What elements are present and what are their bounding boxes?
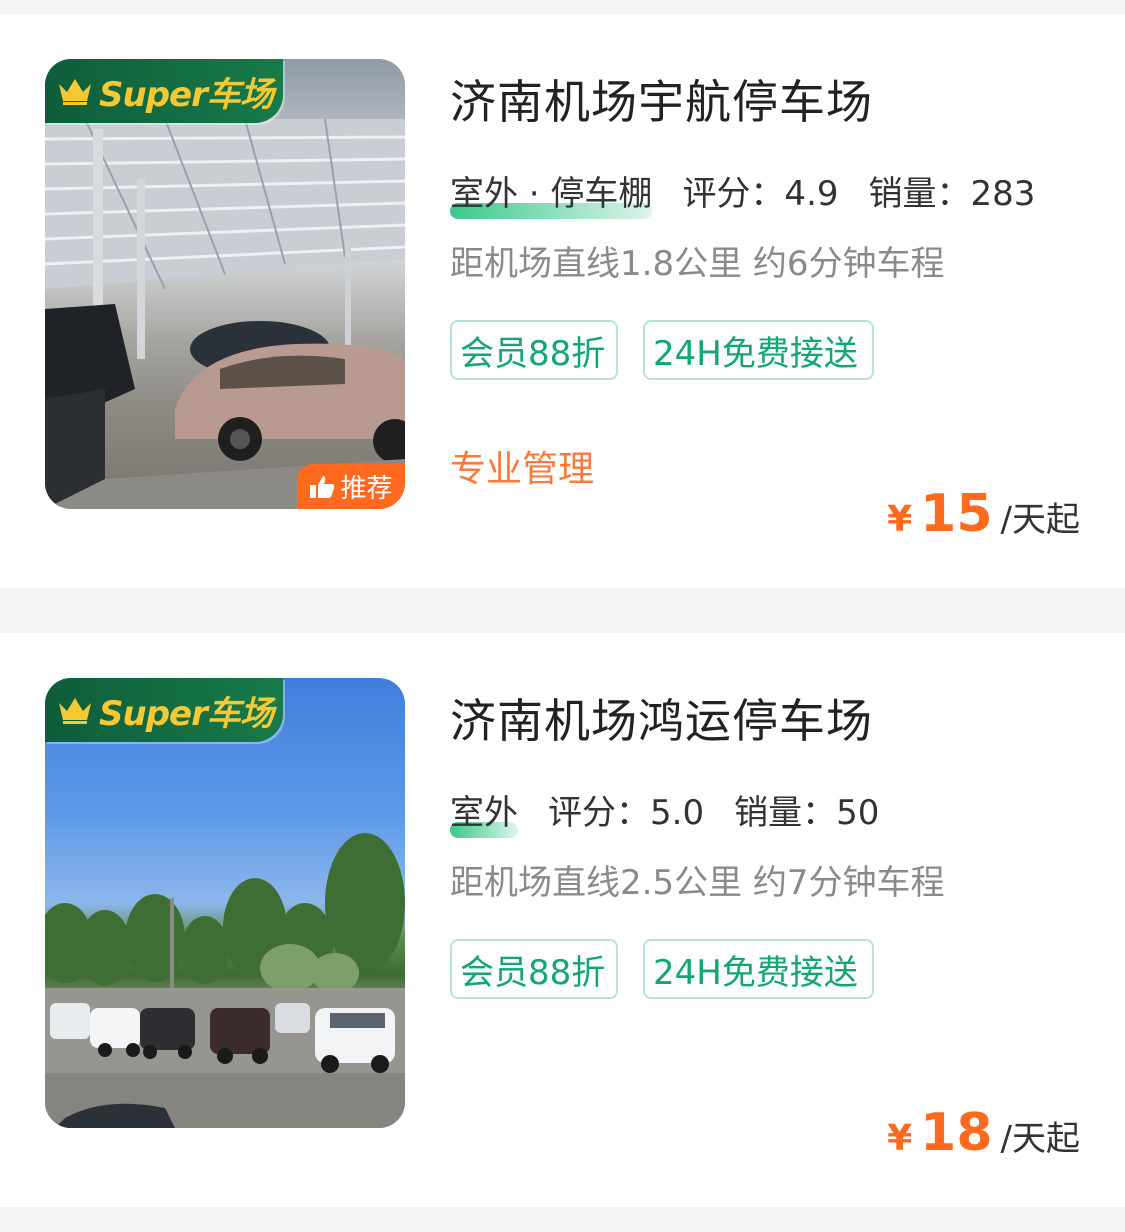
lot-type: 室外 · 停车棚 (450, 166, 653, 219)
lot-price: ¥ 18 /天起 (887, 1103, 1080, 1163)
outdoor-parking-photo (45, 833, 405, 1128)
lot-title[interactable]: 济南机场宇航停车场 (450, 66, 873, 132)
price-amount: 15 (920, 484, 993, 544)
price-unit: /天起 (1000, 500, 1080, 540)
recommend-tag: 推荐 (297, 464, 405, 509)
parking-lot-photo[interactable]: Super车场 推荐 (45, 59, 405, 509)
lot-sales: 销量：283 (868, 174, 1036, 214)
super-lot-label: Super车场 (99, 74, 274, 115)
free-shuttle-tag: 24H免费接送 (643, 939, 874, 999)
lot-type: 室外 (450, 785, 518, 838)
lot-meta: 室外 · 停车棚 评分：4.9 销量：283 (450, 166, 1036, 219)
covered-parking-photo (45, 118, 405, 509)
lot-feature: 专业管理 (450, 449, 595, 490)
lot-distance: 距机场直线1.8公里 约6分钟车程 (450, 244, 945, 284)
recommend-label: 推荐 (340, 474, 393, 504)
price-amount: 18 (920, 1103, 993, 1163)
crown-icon (59, 698, 91, 724)
crown-icon (59, 79, 91, 105)
member-discount-tag: 会员88折 (450, 939, 618, 999)
lot-tags: 会员88折 24H免费接送 (450, 939, 874, 999)
lot-price: ¥ 15 /天起 (887, 484, 1080, 544)
free-shuttle-tag: 24H免费接送 (643, 320, 874, 380)
parking-lot-card[interactable]: Super车场 推荐 济南机场宇航停车场 室外 · 停车棚 评分：4.9 销量：28… (0, 14, 1125, 588)
lot-meta: 室外 评分：5.0 销量：50 (450, 785, 880, 838)
parking-lot-photo[interactable]: Super车场 (45, 678, 405, 1128)
lot-tags: 会员88折 24H免费接送 (450, 320, 874, 380)
super-lot-badge: Super车场 (45, 678, 283, 742)
lot-sales: 销量：50 (734, 793, 880, 833)
lot-rating: 评分：5.0 (548, 793, 705, 833)
currency-symbol: ¥ (887, 1118, 913, 1159)
lot-title[interactable]: 济南机场鸿运停车场 (450, 685, 873, 751)
parking-lot-card[interactable]: Super车场 济南机场鸿运停车场 室外 评分：5.0 销量：50 距机场直线2.5… (0, 633, 1125, 1207)
currency-symbol: ¥ (887, 499, 913, 540)
price-unit: /天起 (1000, 1119, 1080, 1159)
thumbs-up-icon (310, 475, 335, 498)
member-discount-tag: 会员88折 (450, 320, 618, 380)
super-lot-badge: Super车场 (45, 59, 283, 123)
lot-distance: 距机场直线2.5公里 约7分钟车程 (450, 863, 945, 903)
super-lot-label: Super车场 (99, 693, 274, 734)
lot-rating: 评分：4.9 (682, 174, 839, 214)
